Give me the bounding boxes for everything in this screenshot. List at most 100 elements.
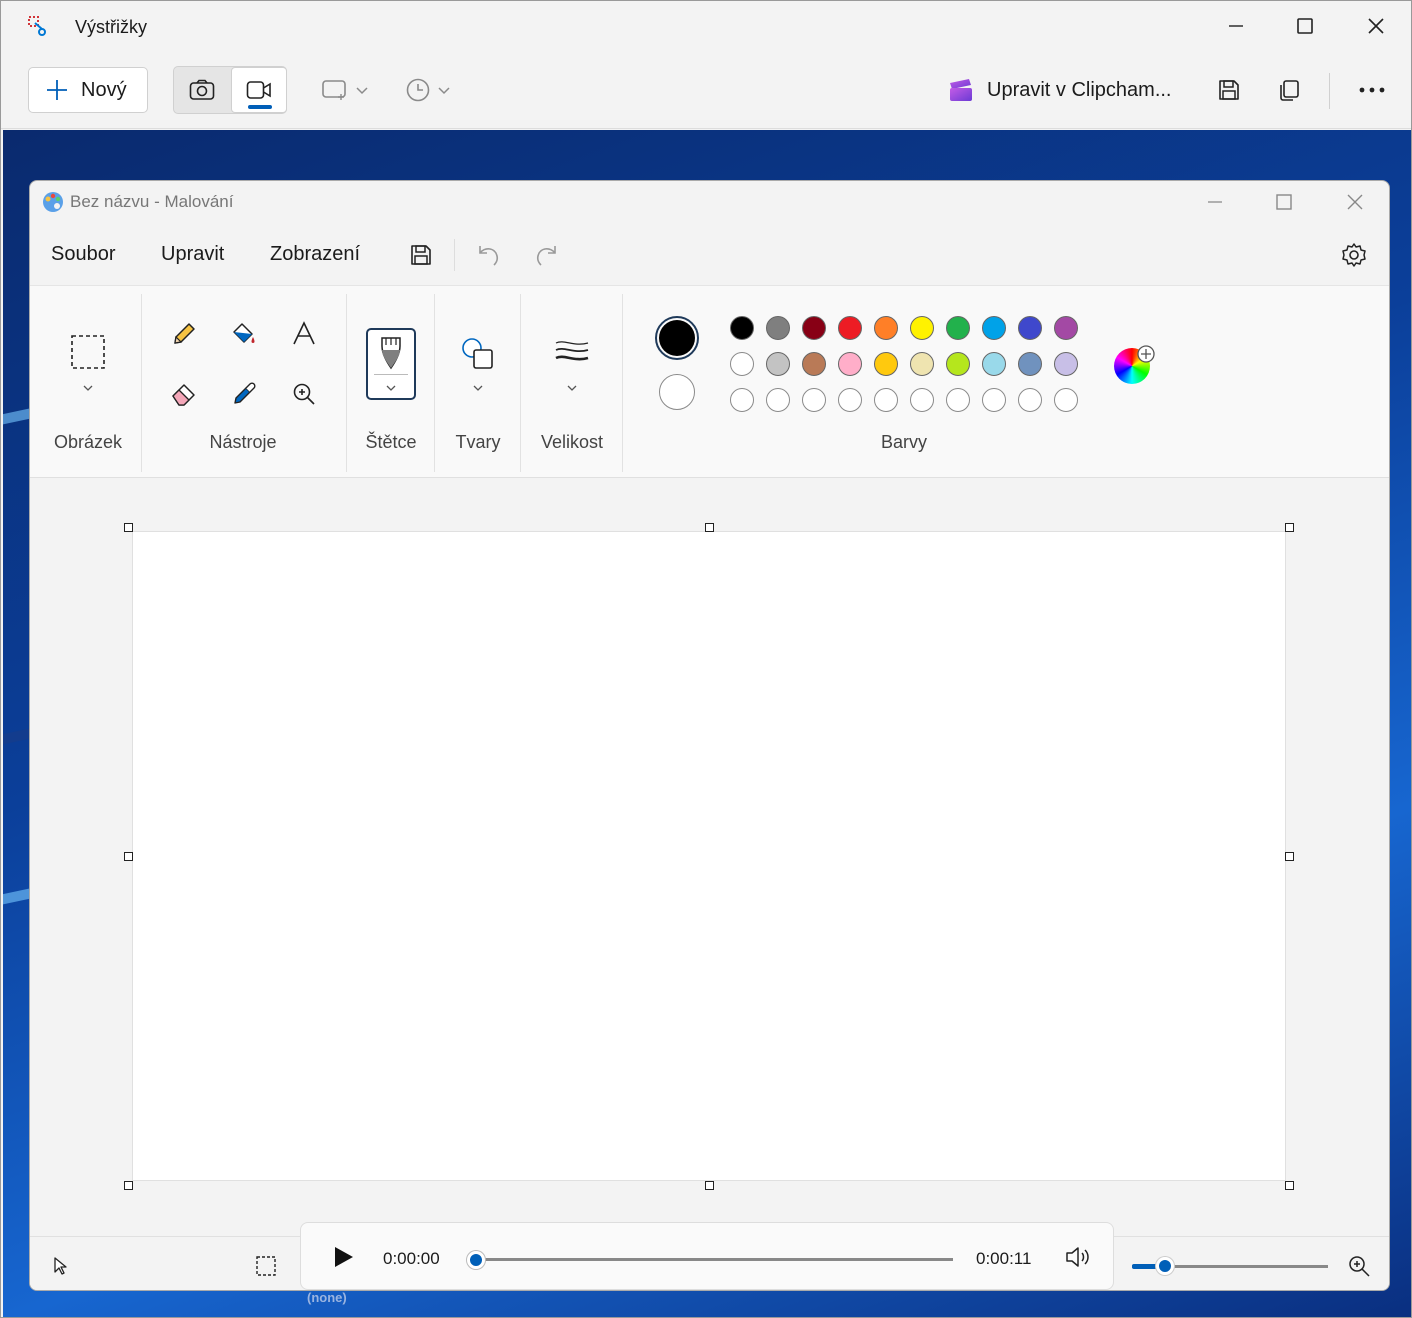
- color-swatch[interactable]: [802, 388, 826, 412]
- drawing-canvas[interactable]: [132, 531, 1286, 1181]
- paint-minimize-button[interactable]: [1192, 185, 1238, 219]
- color-swatch[interactable]: [910, 352, 934, 376]
- plus-icon: [47, 80, 67, 100]
- color-swatch[interactable]: [802, 316, 826, 340]
- more-icon: [1359, 87, 1385, 93]
- paint-close-button[interactable]: [1332, 185, 1378, 219]
- snip-toolbar: Nový Upravit v Clipcham...: [1, 53, 1411, 129]
- total-time: 0:00:11: [976, 1249, 1032, 1268]
- paint-menubar: Soubor Upravit Zobrazení: [30, 225, 1389, 285]
- color-swatch[interactable]: [1054, 316, 1078, 340]
- paint-maximize-button[interactable]: [1261, 185, 1307, 219]
- snip-shape-dropdown[interactable]: [321, 73, 369, 107]
- color-swatch[interactable]: [874, 388, 898, 412]
- redo-button[interactable]: [527, 235, 567, 275]
- zoom-in-icon[interactable]: [1347, 1254, 1371, 1278]
- color-swatch[interactable]: [766, 388, 790, 412]
- menu-file[interactable]: Soubor: [51, 243, 116, 266]
- shapes-dropdown[interactable]: [458, 368, 498, 408]
- maximize-button[interactable]: [1282, 9, 1328, 43]
- resize-handle[interactable]: [705, 1181, 714, 1190]
- color-swatch[interactable]: [1054, 388, 1078, 412]
- color-swatch[interactable]: [730, 352, 754, 376]
- color-swatch[interactable]: [730, 316, 754, 340]
- selection-dropdown[interactable]: [68, 368, 108, 408]
- primary-color-swatch[interactable]: [655, 316, 699, 360]
- color-swatch[interactable]: [1018, 388, 1042, 412]
- color-swatch[interactable]: [982, 316, 1006, 340]
- undo-button[interactable]: [468, 235, 508, 275]
- more-options-button[interactable]: [1355, 73, 1389, 107]
- chevron-down-icon: [83, 385, 93, 391]
- screenshot-mode-button[interactable]: [174, 67, 230, 113]
- snipping-tool-window: Výstřižky Nový Upravit v Clipcham... Bez…: [0, 0, 1412, 1318]
- color-swatch[interactable]: [766, 316, 790, 340]
- menu-view[interactable]: Zobrazení: [270, 243, 360, 266]
- chevron-down-icon: [473, 385, 483, 391]
- color-swatch[interactable]: [838, 316, 862, 340]
- edit-in-clipchamp-button[interactable]: Upravit v Clipcham...: [947, 73, 1172, 107]
- play-icon[interactable]: [331, 1245, 355, 1269]
- save-snip-button[interactable]: [1212, 73, 1246, 107]
- resize-handle[interactable]: [124, 523, 133, 532]
- snipping-tool-icon: [28, 16, 46, 36]
- color-swatch[interactable]: [1054, 352, 1078, 376]
- size-button[interactable]: [552, 332, 592, 372]
- selection-tool-button[interactable]: [68, 332, 108, 372]
- color-swatch[interactable]: [946, 316, 970, 340]
- brushes-button[interactable]: [366, 328, 416, 400]
- color-swatch[interactable]: [838, 388, 862, 412]
- color-swatch[interactable]: [946, 352, 970, 376]
- resize-handle[interactable]: [1285, 523, 1294, 532]
- text-tool-button[interactable]: [284, 314, 324, 354]
- seek-bar[interactable]: [471, 1258, 953, 1261]
- delay-dropdown[interactable]: [405, 73, 451, 107]
- color-swatch[interactable]: [1018, 316, 1042, 340]
- color-swatch[interactable]: [838, 352, 862, 376]
- color-swatch[interactable]: [1018, 352, 1042, 376]
- size-dropdown[interactable]: [552, 368, 592, 408]
- maximize-icon: [1276, 194, 1292, 210]
- chevron-down-icon: [356, 87, 368, 95]
- magnifier-tool-button[interactable]: [284, 374, 324, 414]
- resize-handle[interactable]: [124, 1181, 133, 1190]
- video-mode-button[interactable]: [231, 67, 287, 113]
- color-swatch[interactable]: [910, 316, 934, 340]
- color-swatch[interactable]: [982, 352, 1006, 376]
- menubar-divider: [454, 239, 455, 271]
- color-swatch[interactable]: [766, 352, 790, 376]
- selection-size-icon: [256, 1256, 276, 1276]
- color-swatch[interactable]: [730, 388, 754, 412]
- secondary-color-swatch[interactable]: [659, 374, 695, 410]
- group-label-brushes: Štětce: [365, 432, 417, 452]
- resize-handle[interactable]: [124, 852, 133, 861]
- close-icon: [1368, 18, 1384, 34]
- color-swatch[interactable]: [946, 388, 970, 412]
- close-icon: [1347, 194, 1363, 210]
- resize-handle[interactable]: [705, 523, 714, 532]
- volume-icon[interactable]: [1064, 1245, 1092, 1269]
- snip-mode-group: [173, 66, 287, 114]
- resize-handle[interactable]: [1285, 1181, 1294, 1190]
- minimize-button[interactable]: [1213, 9, 1259, 43]
- copy-snip-button[interactable]: [1272, 73, 1306, 107]
- eraser-tool-button[interactable]: [164, 374, 204, 414]
- color-swatch[interactable]: [802, 352, 826, 376]
- menu-edit[interactable]: Upravit: [161, 243, 224, 266]
- color-swatch[interactable]: [982, 388, 1006, 412]
- paint-save-button[interactable]: [401, 235, 441, 275]
- zoom-slider-thumb[interactable]: [1156, 1257, 1174, 1275]
- minimize-icon: [1229, 25, 1243, 27]
- add-color-icon: [1137, 345, 1155, 363]
- new-snip-button[interactable]: Nový: [28, 67, 148, 113]
- color-swatch[interactable]: [874, 316, 898, 340]
- seek-thumb[interactable]: [467, 1251, 485, 1269]
- fill-tool-button[interactable]: [224, 314, 264, 354]
- color-picker-tool-button[interactable]: [224, 374, 264, 414]
- color-swatch[interactable]: [874, 352, 898, 376]
- pencil-tool-button[interactable]: [164, 314, 204, 354]
- color-swatch[interactable]: [910, 388, 934, 412]
- settings-button[interactable]: [1334, 235, 1374, 275]
- resize-handle[interactable]: [1285, 852, 1294, 861]
- close-button[interactable]: [1353, 9, 1399, 43]
